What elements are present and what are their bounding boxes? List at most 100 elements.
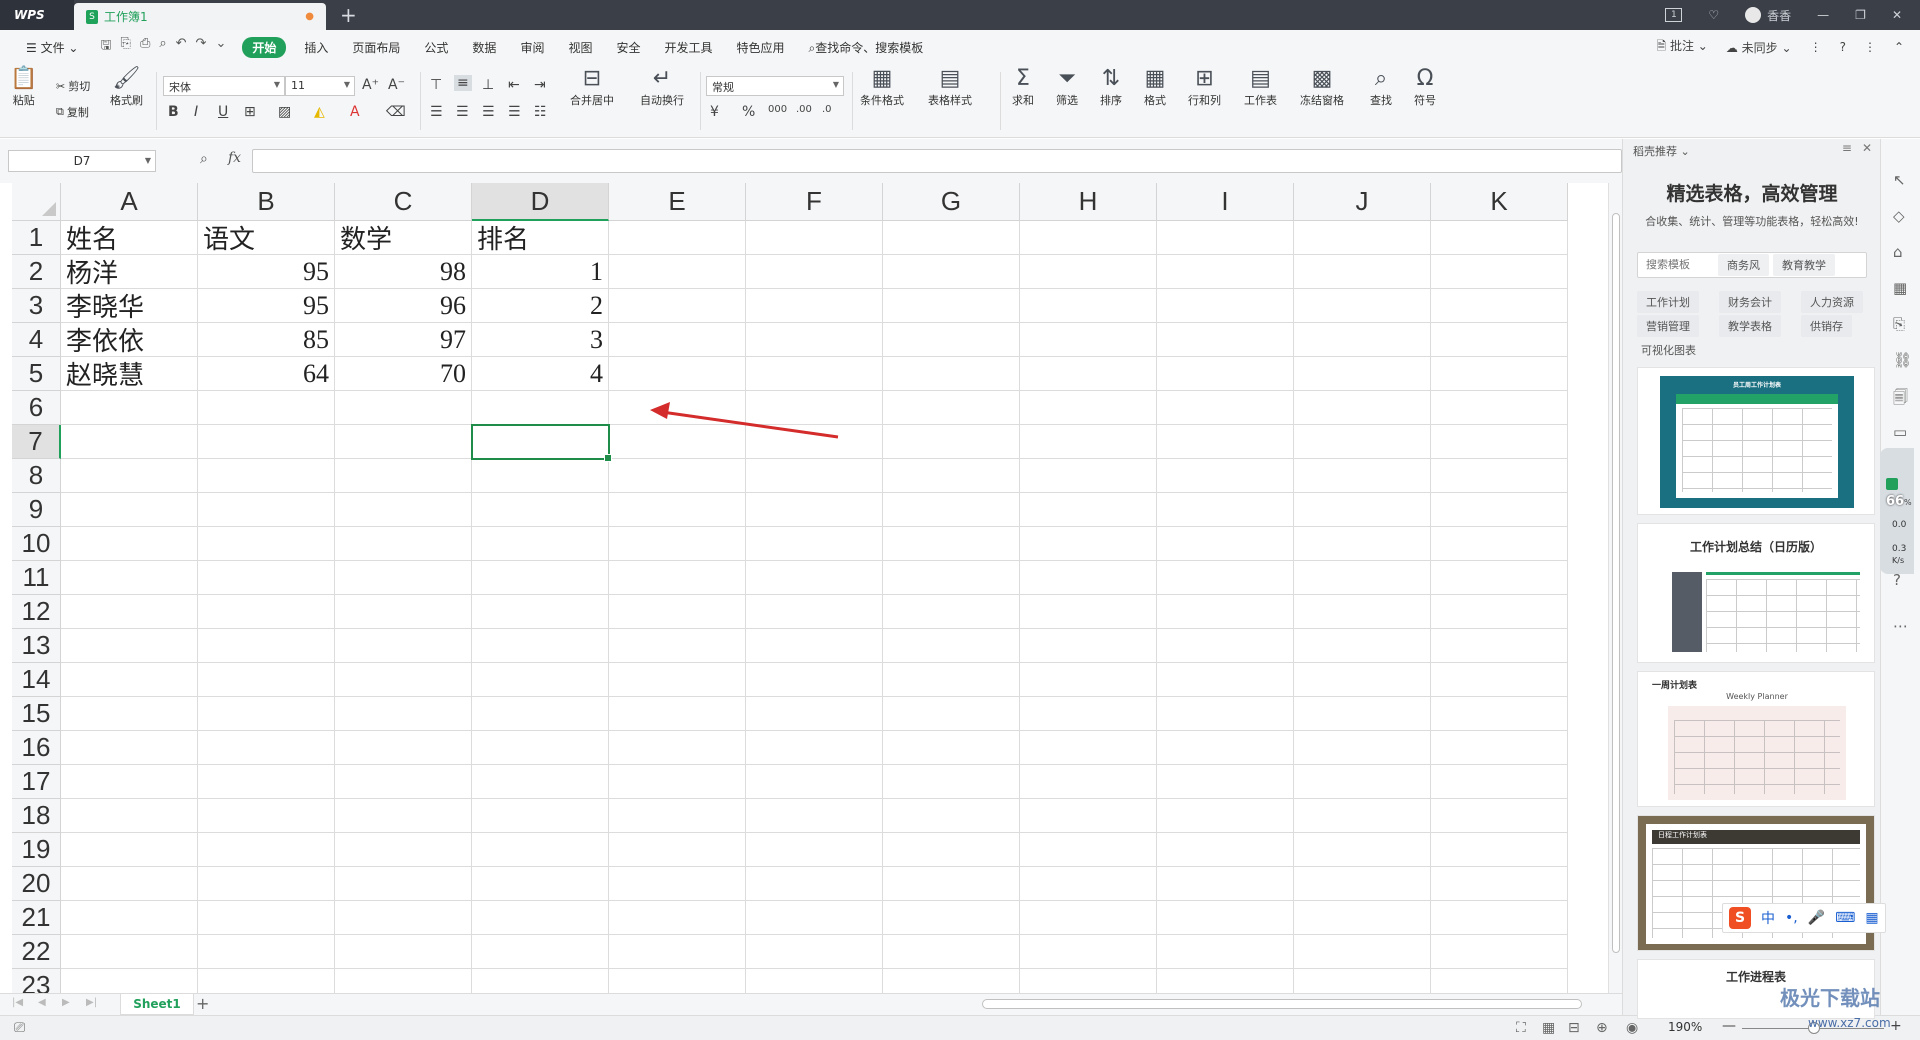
row-header-5[interactable]: 5	[12, 357, 61, 391]
sync-button[interactable]: ☁ 未同步 ⌄	[1726, 39, 1792, 56]
freeze-panes-button[interactable]: ▩ 冻结窗格	[1300, 66, 1344, 108]
cell-j3[interactable]	[1294, 289, 1431, 323]
cell-b10[interactable]	[198, 527, 335, 561]
cell-b5[interactable]: 64	[198, 357, 335, 391]
table-icon[interactable]: ▦	[1893, 279, 1907, 297]
cell-d13[interactable]	[472, 629, 609, 663]
row-column-button[interactable]: ⊞ 行和列	[1188, 66, 1221, 108]
cell-g3[interactable]	[883, 289, 1020, 323]
zoom-level[interactable]: 190%	[1668, 1020, 1702, 1034]
column-header-d[interactable]: D	[472, 183, 609, 221]
cell-c11[interactable]	[335, 561, 472, 595]
cell-e19[interactable]	[609, 833, 746, 867]
row-header-11[interactable]: 11	[12, 561, 61, 595]
cell-c6[interactable]	[335, 391, 472, 425]
font-size-select[interactable]: 11 ▼	[285, 76, 355, 96]
template-card[interactable]: 工作计划总结（日历版）	[1637, 523, 1875, 663]
align-right-icon[interactable]: ☰	[482, 104, 495, 120]
cell-a3[interactable]: 李晓华	[61, 289, 198, 323]
cell-b22[interactable]	[198, 935, 335, 969]
window-count-badge[interactable]: 1	[1665, 8, 1683, 22]
column-header-i[interactable]: I	[1157, 183, 1294, 221]
cell-h19[interactable]	[1020, 833, 1157, 867]
cell-j19[interactable]	[1294, 833, 1431, 867]
cell-a5[interactable]: 赵晓慧	[61, 357, 198, 391]
tab-formulas[interactable]: 公式	[412, 39, 460, 56]
cell-a19[interactable]	[61, 833, 198, 867]
align-middle-icon[interactable]: ≡	[454, 75, 472, 91]
cell-i22[interactable]	[1157, 935, 1294, 969]
cell-d23[interactable]	[472, 969, 609, 993]
normal-view-icon[interactable]: ▦	[1542, 1020, 1555, 1036]
cell-g10[interactable]	[883, 527, 1020, 561]
cell-g21[interactable]	[883, 901, 1020, 935]
increase-font-icon[interactable]: A⁺	[362, 77, 379, 93]
align-center-icon[interactable]: ☰	[456, 104, 469, 120]
horizontal-scroll-thumb[interactable]	[982, 999, 1582, 1009]
command-search[interactable]: ⌕查找命令、搜索模板	[797, 39, 936, 56]
cell-a4[interactable]: 李依依	[61, 323, 198, 357]
cell-h6[interactable]	[1020, 391, 1157, 425]
bold-icon[interactable]: B	[168, 104, 179, 120]
cell-f8[interactable]	[746, 459, 883, 493]
cell-c15[interactable]	[335, 697, 472, 731]
cell-b12[interactable]	[198, 595, 335, 629]
cell-h17[interactable]	[1020, 765, 1157, 799]
spreadsheet-grid[interactable]: A B C D E F G H I J K 1 姓名 语文 数学 排名 2 杨洋 95 98 1 3 李晓华 95 96 2 4 李依…	[12, 183, 1608, 993]
column-header-b[interactable]: B	[198, 183, 335, 221]
cell-b18[interactable]	[198, 799, 335, 833]
cell-e12[interactable]	[609, 595, 746, 629]
new-tab-button[interactable]: +	[326, 0, 371, 30]
cell-f10[interactable]	[746, 527, 883, 561]
number-format-select[interactable]: 常规 ▼	[706, 76, 844, 96]
cell-d5[interactable]: 4	[472, 357, 609, 391]
cell-e14[interactable]	[609, 663, 746, 697]
vertical-scroll-thumb[interactable]	[1612, 213, 1620, 953]
cell-a7[interactable]	[61, 425, 198, 459]
template-card[interactable]: 一周计划表 Weekly Planner	[1637, 671, 1875, 807]
cell-g8[interactable]	[883, 459, 1020, 493]
cell-b21[interactable]	[198, 901, 335, 935]
cell-f9[interactable]	[746, 493, 883, 527]
cell-j22[interactable]	[1294, 935, 1431, 969]
cell-i19[interactable]	[1157, 833, 1294, 867]
cell-f20[interactable]	[746, 867, 883, 901]
tab-view[interactable]: 视图	[556, 39, 604, 56]
zoom-out-icon[interactable]: —	[1722, 1018, 1736, 1034]
cell-e15[interactable]	[609, 697, 746, 731]
cell-a16[interactable]	[61, 731, 198, 765]
link-icon[interactable]: ⛓	[1893, 351, 1912, 369]
zoom-formula-icon[interactable]: ⌕	[200, 151, 208, 167]
category-finance[interactable]: 财务会计	[1719, 291, 1781, 313]
cell-g13[interactable]	[883, 629, 1020, 663]
font-color-icon[interactable]: A	[350, 104, 360, 120]
distribute-icon[interactable]: ☷	[534, 104, 547, 120]
cell-h8[interactable]	[1020, 459, 1157, 493]
cell-i11[interactable]	[1157, 561, 1294, 595]
cell-c1[interactable]: 数学	[335, 221, 472, 255]
category-work-plan[interactable]: 工作计划	[1637, 291, 1699, 313]
filter-button[interactable]: ⏷ 筛选	[1056, 66, 1078, 108]
cell-h23[interactable]	[1020, 969, 1157, 993]
cell-j21[interactable]	[1294, 901, 1431, 935]
row-header-17[interactable]: 17	[12, 765, 61, 799]
cell-b20[interactable]	[198, 867, 335, 901]
row-header-3[interactable]: 3	[12, 289, 61, 323]
cell-e3[interactable]	[609, 289, 746, 323]
skin-icon[interactable]: ♡	[1708, 8, 1719, 22]
export-icon[interactable]: ⎘	[121, 36, 131, 58]
cell-d4[interactable]: 3	[472, 323, 609, 357]
align-left-icon[interactable]: ☰	[430, 104, 443, 120]
column-header-f[interactable]: F	[746, 183, 883, 221]
tab-insert[interactable]: 插入	[292, 39, 340, 56]
minimize-icon[interactable]: —	[1817, 8, 1829, 22]
cell-a9[interactable]	[61, 493, 198, 527]
cell-k18[interactable]	[1431, 799, 1568, 833]
cell-k23[interactable]	[1431, 969, 1568, 993]
redo-icon[interactable]: ↷	[196, 36, 207, 58]
column-header-k[interactable]: K	[1431, 183, 1568, 221]
cell-a10[interactable]	[61, 527, 198, 561]
cell-d9[interactable]	[472, 493, 609, 527]
toolbox-icon[interactable]: ▦	[1865, 910, 1878, 926]
cell-e8[interactable]	[609, 459, 746, 493]
